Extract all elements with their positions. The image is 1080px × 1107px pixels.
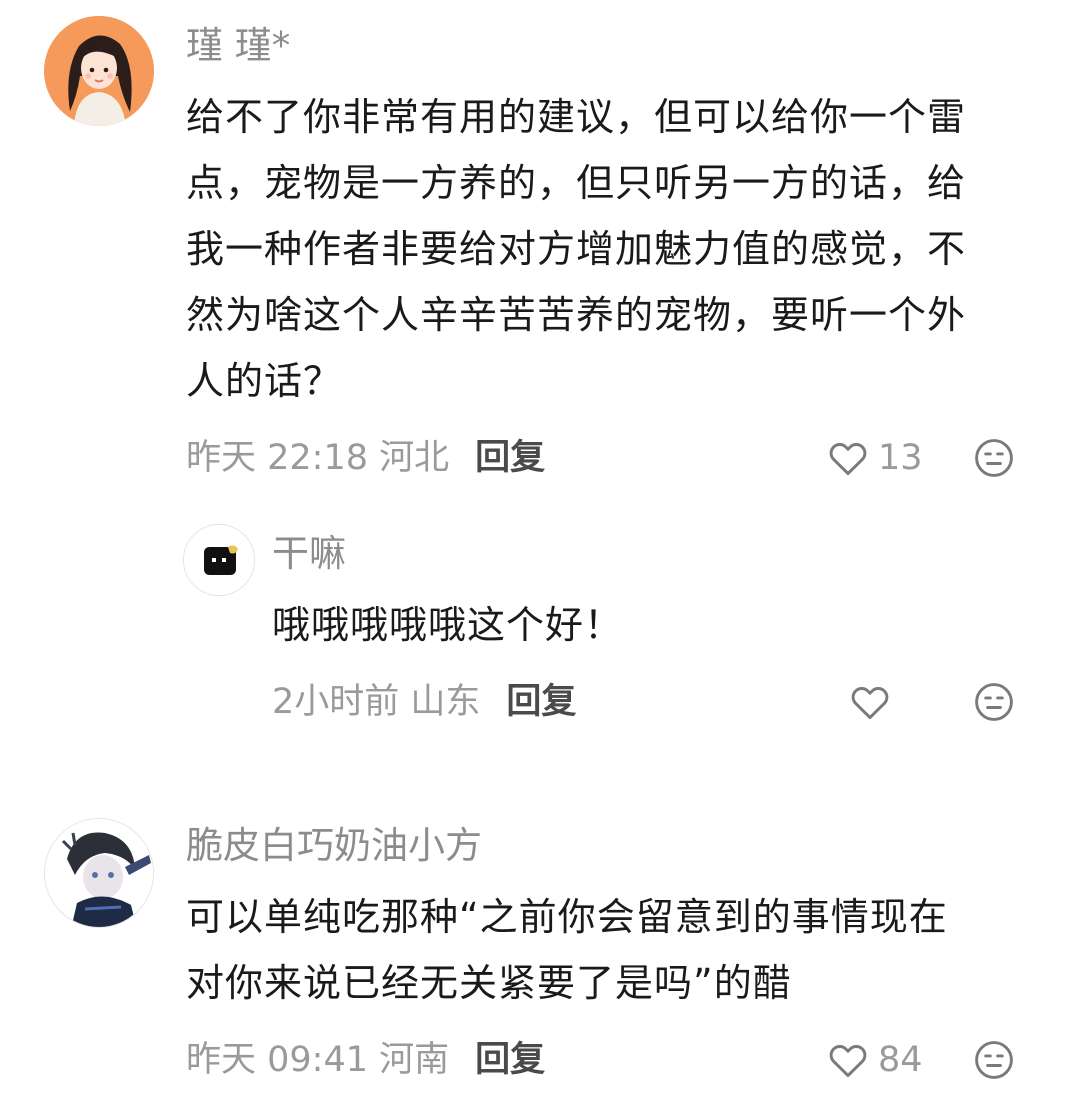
comment-text-line: 点，宠物是一方养的，但只听另一方的话，给 [186, 161, 967, 205]
avatar[interactable] [183, 524, 255, 596]
comment-author-name[interactable]: 干嘛 [272, 532, 346, 576]
dislike-button[interactable] [972, 680, 1016, 724]
comment-text-line: 人的话？ [186, 359, 343, 403]
like-button[interactable]: 13 [826, 436, 923, 480]
reply-button[interactable]: 回复 [475, 1040, 545, 1080]
reply-button[interactable]: 回复 [475, 438, 545, 478]
heart-outline-icon [829, 1045, 867, 1078]
avatar-illustration [44, 16, 154, 126]
comment-text: 给不了你非常有用的建议，但可以给你一个雷 点，宠物是一方养的，但只听另一方的话，… [186, 84, 966, 414]
comment-author-name[interactable]: 脆皮白巧奶油小方 [186, 824, 482, 868]
comment-time-location: 昨天 09:41 河南 [186, 1040, 450, 1080]
comment-text: 哦哦哦哦哦这个好！ [272, 592, 623, 658]
dislike-button[interactable] [972, 436, 1016, 480]
heart-outline-icon [829, 443, 867, 476]
comment-text-line: 我一种作者非要给对方增加魅力值的感觉，不 [186, 227, 967, 271]
comment-time-location: 昨天 22:18 河北 [186, 438, 450, 478]
like-button[interactable] [848, 680, 892, 724]
like-count: 13 [878, 438, 923, 478]
comment-text-line: 可以单纯吃那种“之前你会留意到的事情现在 [186, 895, 948, 939]
like-button[interactable]: 84 [826, 1038, 923, 1082]
comment-text-line: 给不了你非常有用的建议，但可以给你一个雷 [186, 95, 967, 139]
avatar[interactable] [44, 16, 154, 126]
comment-meta: 昨天 22:18 河北 回复 [186, 436, 545, 480]
comment-text-line: 哦哦哦哦哦这个好！ [272, 603, 624, 647]
comment-meta: 2小时前 山东 回复 [272, 680, 576, 724]
comment-text-line: 对你来说已经无关紧要了是吗”的醋 [186, 961, 792, 1005]
comment-text-line: 然为啥这个人辛辛苦苦养的宠物，要听一个外 [186, 293, 967, 337]
avatar-illustration [184, 525, 254, 595]
heart-outline-icon [851, 687, 889, 720]
avatar[interactable] [44, 818, 154, 928]
avatar-illustration [45, 819, 153, 927]
dislike-button[interactable] [972, 1038, 1016, 1082]
comment-text: 可以单纯吃那种“之前你会留意到的事情现在 对你来说已经无关紧要了是吗”的醋 [186, 884, 948, 1016]
meh-face-icon [975, 683, 1013, 721]
like-count: 84 [878, 1040, 923, 1080]
meh-face-icon [975, 439, 1013, 477]
comment-meta: 昨天 09:41 河南 回复 [186, 1038, 545, 1082]
meh-face-icon [975, 1041, 1013, 1079]
reply-button[interactable]: 回复 [506, 682, 576, 722]
comment-author-name[interactable]: 瑾 瑾* [186, 24, 290, 68]
comment-time-location: 2小时前 山东 [272, 682, 481, 722]
